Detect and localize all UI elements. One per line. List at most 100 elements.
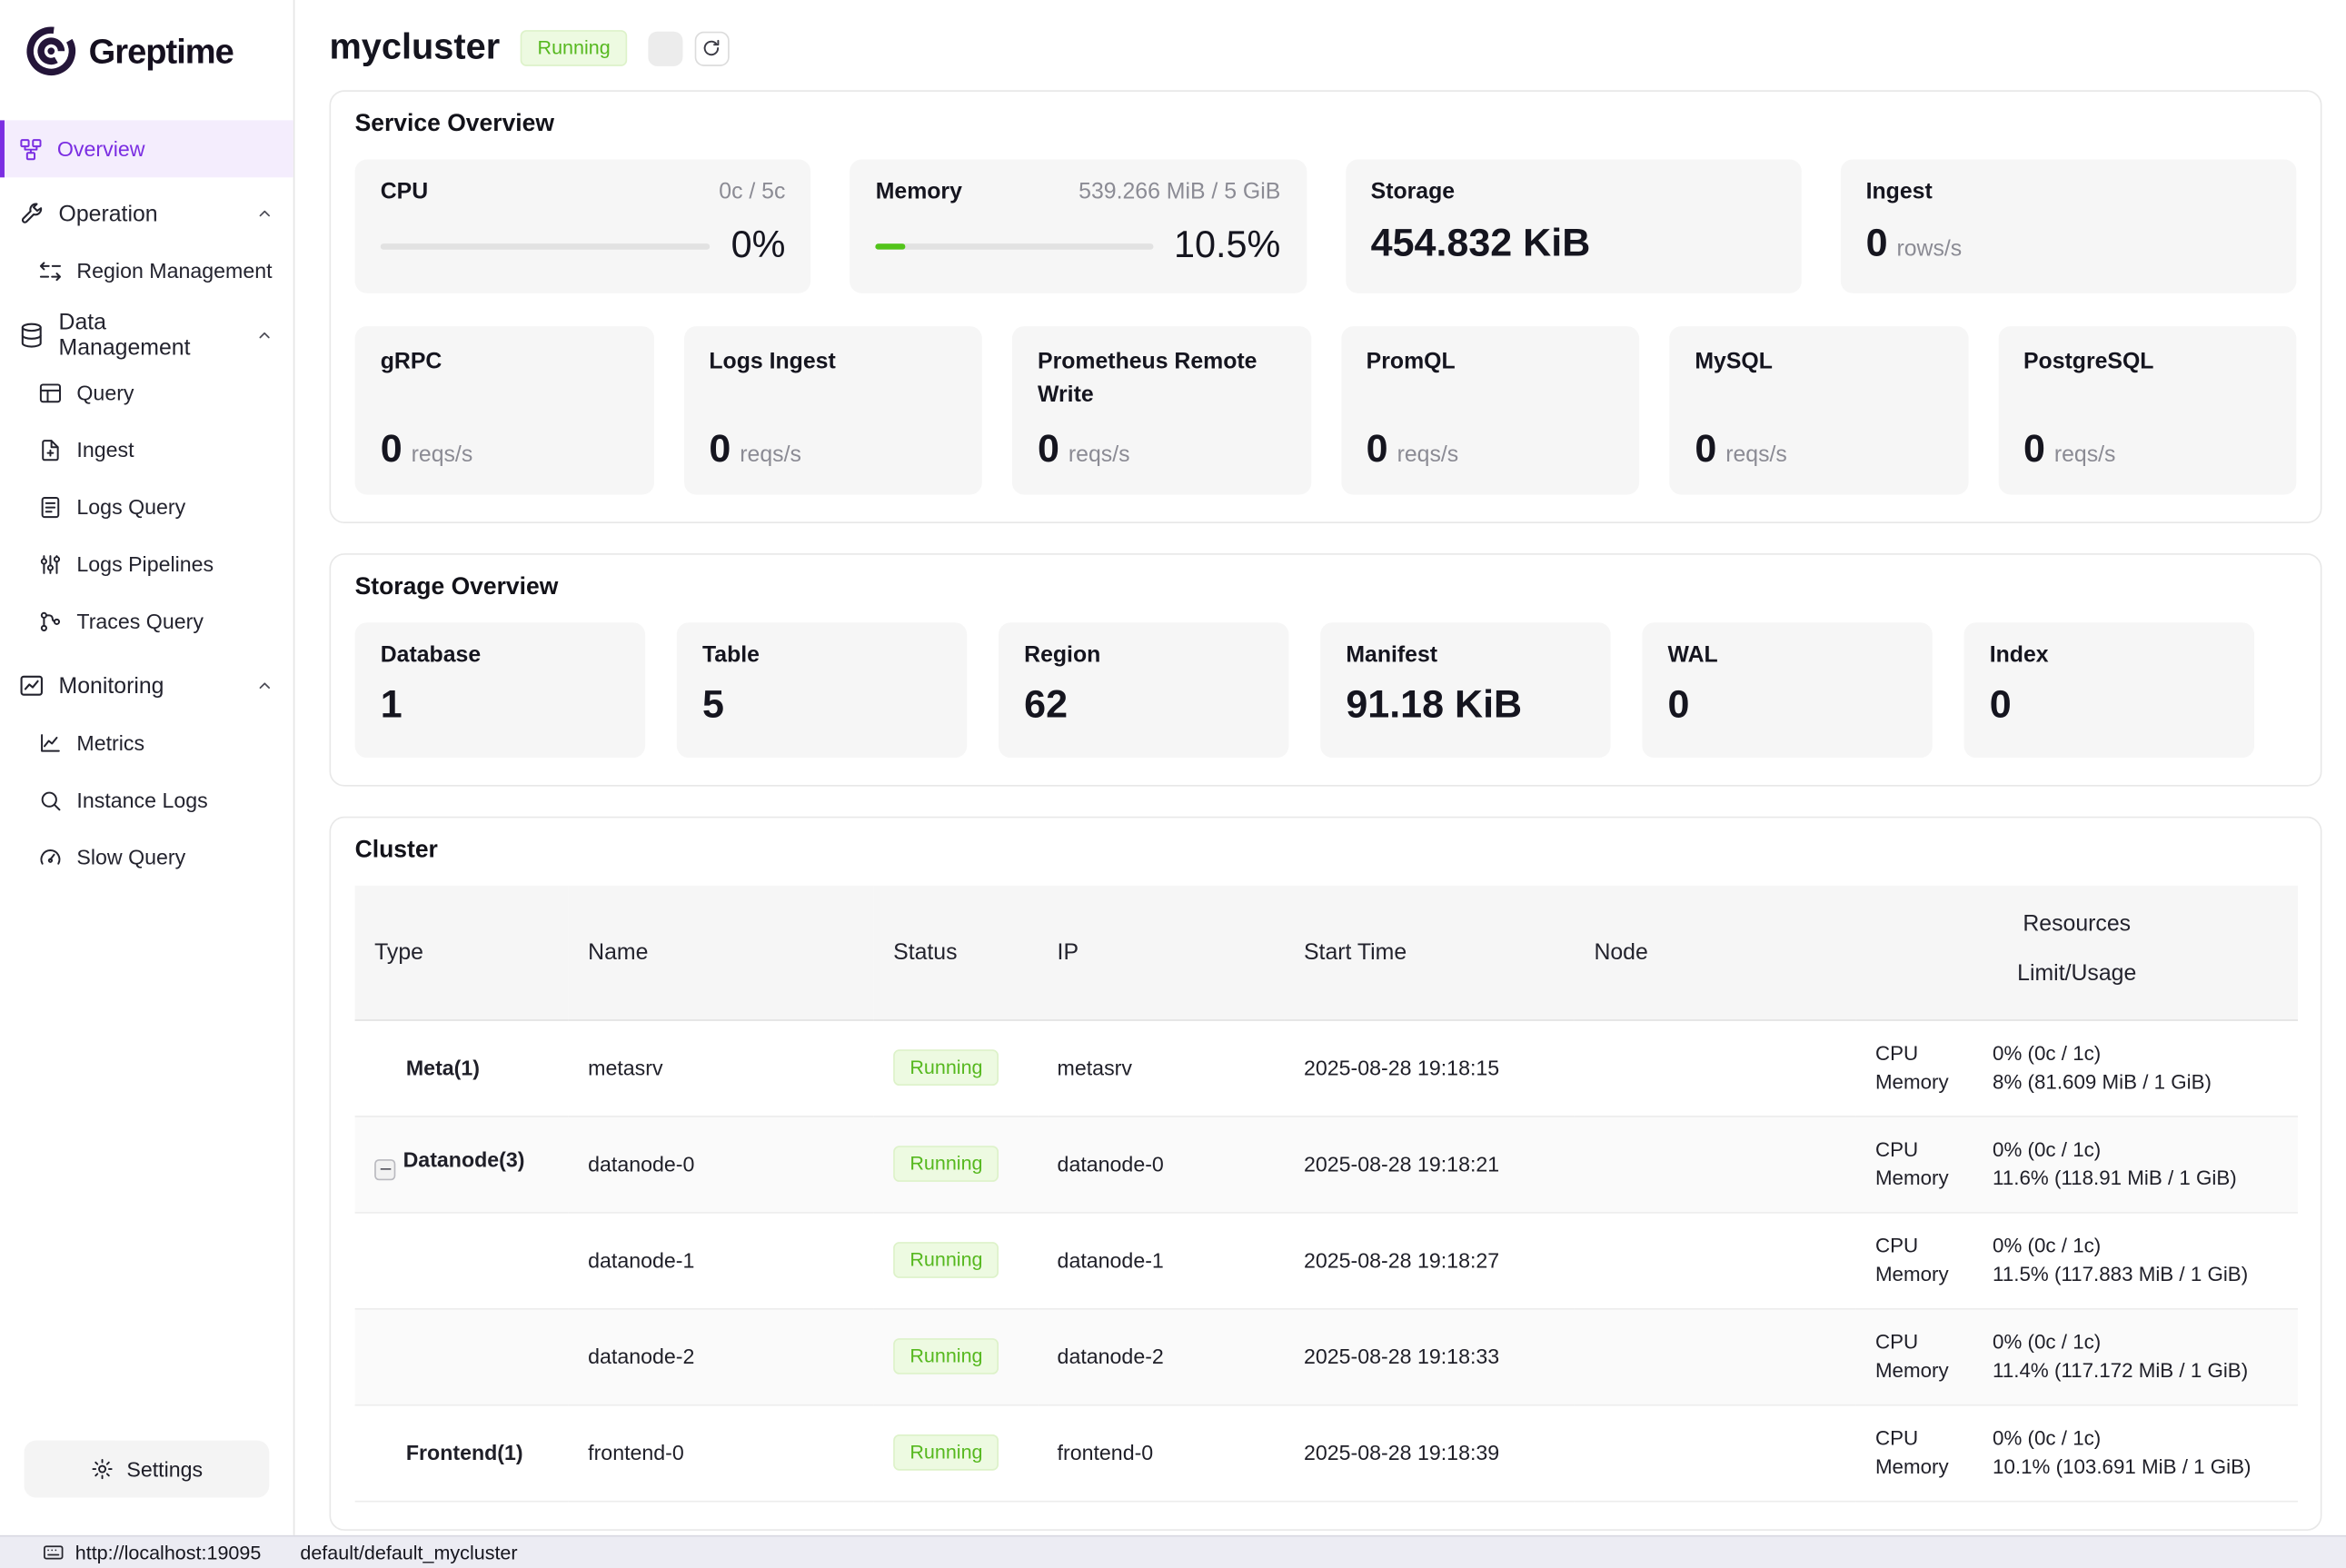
ingest-unit: rows/s (1896, 236, 1962, 262)
settings-label: Settings (126, 1457, 203, 1481)
storage-value: 454.832 KiB (1371, 220, 1776, 266)
cpu-resource-label: CPU (1875, 1235, 1993, 1257)
ingest-label: Ingest (1866, 179, 1933, 204)
sidebar-item-label: Ingest (76, 438, 134, 461)
sidebar-item-traces-query[interactable]: Traces Query (0, 592, 293, 650)
sidebar-section-monitoring[interactable]: Monitoring (0, 657, 293, 714)
memory-limit: 539.266 MiB / 5 GiB (1079, 179, 1280, 204)
type-cell (355, 1308, 569, 1404)
stat-label: WAL (1668, 642, 1718, 668)
cpu-usage-bar (381, 243, 711, 250)
settings-button[interactable]: Settings (24, 1441, 269, 1498)
brand-logo[interactable]: Greptime (0, 12, 293, 93)
database-stat-card: Database 1 (355, 622, 645, 758)
node-cell (1575, 1308, 1856, 1404)
chevron-up-icon (254, 675, 275, 696)
pipelines-icon (37, 551, 63, 577)
sidebar-item-ingest[interactable]: Ingest (0, 421, 293, 478)
storage-overview-card: Storage Overview Database 1 Table 5 Regi… (329, 553, 2321, 787)
sidebar-item-logs-pipelines[interactable]: Logs Pipelines (0, 535, 293, 592)
memory-resource-value: 11.5% (117.883 MiB / 1 GiB) (1993, 1263, 2248, 1285)
type-cell: Datanode(3) (355, 1116, 569, 1212)
memory-resource-value: 8% (81.609 MiB / 1 GiB) (1993, 1070, 2212, 1093)
storage-label: Storage (1371, 179, 1455, 204)
storage-overview-title: Storage Overview (355, 574, 2297, 601)
column-status: Status (874, 886, 1038, 1019)
cpu-resource-label: CPU (1875, 1427, 1993, 1450)
sidebar-item-label: Logs Query (76, 495, 185, 519)
sidebar-item-slow-query[interactable]: Slow Query (0, 829, 293, 886)
console-icon (42, 1542, 65, 1564)
rate-value: 0 (1695, 425, 1716, 471)
status-badge: Running (893, 1145, 999, 1182)
type-label: Datanode(3) (403, 1148, 525, 1172)
sidebar-section-label: Operation (59, 201, 158, 226)
stat-value: 0 (1990, 681, 2229, 728)
sidebar-section-label: Monitoring (59, 673, 164, 699)
region-management-icon (37, 258, 63, 283)
monitoring-icon (18, 672, 45, 700)
sidebar-section-data-management[interactable]: Data Management (0, 307, 293, 364)
memory-resource-value: 11.4% (117.172 MiB / 1 GiB) (1993, 1359, 2248, 1382)
database-icon (18, 322, 45, 349)
stat-value: 5 (702, 681, 941, 728)
resources-cell: CPU0% (0c / 1c) Memory11.5% (117.883 MiB… (1875, 1235, 2279, 1285)
refresh-button[interactable] (694, 31, 729, 65)
sidebar-item-query[interactable]: Query (0, 364, 293, 422)
type-cell: Frontend(1) (355, 1404, 569, 1501)
service-overview-card: Service Overview CPU 0c / 5c 0% (329, 90, 2321, 523)
gauge-icon (37, 844, 63, 869)
memory-resource-label: Memory (1875, 1070, 1993, 1093)
cluster-overview-icon (18, 136, 44, 162)
metrics-icon (37, 730, 63, 756)
sidebar-item-instance-logs[interactable]: Instance Logs (0, 771, 293, 829)
sidebar-item-label: Logs Pipelines (76, 551, 214, 575)
rate-unit: reqs/s (740, 442, 801, 468)
column-name: Name (569, 886, 874, 1019)
rate-value: 0 (1038, 425, 1059, 471)
prometheus-remote-write-rate-card: Prometheus Remote Write 0 reqs/s (1012, 326, 1311, 494)
cpu-resource-label: CPU (1875, 1138, 1993, 1161)
sidebar-item-overview[interactable]: Overview (0, 120, 293, 177)
rate-label: Logs Ingest (709, 346, 956, 379)
ip-cell: frontend-0 (1038, 1404, 1284, 1501)
query-icon (37, 380, 63, 405)
memory-usage-bar (876, 243, 1153, 250)
brand-name: Greptime (89, 31, 234, 72)
logs-query-icon (37, 494, 63, 520)
ingest-value: 0 (1866, 220, 1888, 266)
rate-label: PromQL (1367, 346, 1614, 379)
cpu-resource-label: CPU (1875, 1042, 1993, 1065)
cluster-header: mycluster Running (329, 27, 2321, 69)
manifest-stat-card: Manifest 91.18 KiB (1320, 622, 1610, 758)
table-row-meta: Meta(1) metasrv Running metasrv 2025-08-… (355, 1019, 2298, 1116)
ip-cell: datanode-2 (1038, 1308, 1284, 1404)
mysql-rate-card: MySQL 0 reqs/s (1669, 326, 1968, 494)
sidebar-item-label: Instance Logs (76, 788, 207, 811)
sidebar-section-operation[interactable]: Operation (0, 185, 293, 243)
sidebar-item-region-management[interactable]: Region Management (0, 242, 293, 299)
cpu-resource-value: 0% (0c / 1c) (1993, 1331, 2101, 1354)
resources-cell: CPU0% (0c / 1c) Memory8% (81.609 MiB / 1… (1875, 1042, 2279, 1093)
start-time-cell: 2025-08-28 19:18:15 (1284, 1019, 1574, 1116)
sidebar-item-metrics[interactable]: Metrics (0, 714, 293, 771)
start-time-cell: 2025-08-28 19:18:33 (1284, 1308, 1574, 1404)
type-cell: Meta(1) (355, 1019, 569, 1116)
cpu-resource-value: 0% (0c / 1c) (1993, 1427, 2101, 1450)
sidebar-item-logs-query[interactable]: Logs Query (0, 478, 293, 535)
start-time-cell: 2025-08-28 19:18:27 (1284, 1212, 1574, 1308)
sidebar-item-label: Region Management (76, 259, 272, 283)
header-action-button[interactable] (648, 31, 682, 65)
promql-rate-card: PromQL 0 reqs/s (1341, 326, 1640, 494)
stat-label: Table (702, 642, 760, 668)
cluster-card: Cluster Type Name Status IP Start Time N… (329, 817, 2321, 1530)
statusbar-context: default/default_mycluster (300, 1542, 517, 1564)
wrench-icon (18, 200, 45, 227)
statusbar-url[interactable]: http://localhost:19095 (75, 1542, 262, 1564)
name-cell: metasrv (569, 1019, 874, 1116)
memory-resource-label: Memory (1875, 1166, 1993, 1189)
rate-unit: reqs/s (1397, 442, 1459, 468)
collapse-icon[interactable] (374, 1158, 395, 1179)
rate-unit: reqs/s (412, 442, 473, 468)
cpu-percent: 0% (731, 225, 786, 267)
